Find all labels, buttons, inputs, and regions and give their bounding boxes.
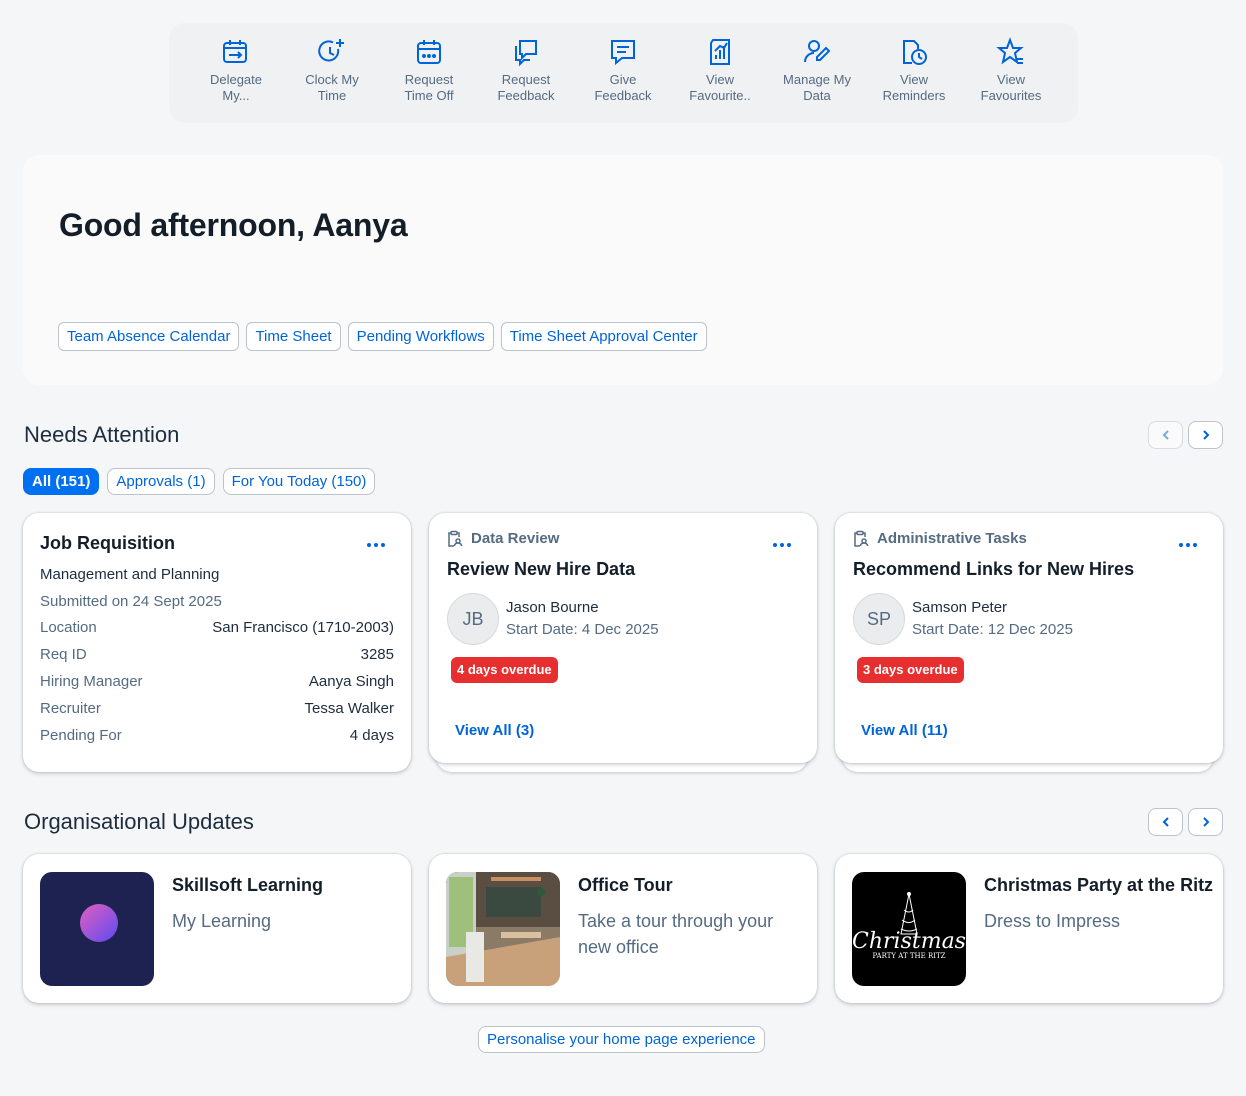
update-card-skillsoft[interactable]: Skillsoft Learning My Learning bbox=[23, 854, 411, 1003]
detail-row: Req ID 3285 bbox=[40, 646, 394, 663]
quick-action-label: Give Feedback bbox=[594, 72, 652, 103]
link-pending-workflows[interactable]: Pending Workflows bbox=[347, 322, 494, 351]
calendar-request-icon bbox=[417, 40, 441, 64]
needs-attention-nav bbox=[1148, 421, 1223, 449]
quick-action-view-favourite-reports[interactable]: View Favourite.. bbox=[675, 37, 765, 104]
office-photo bbox=[446, 872, 560, 986]
person-name: Jason Bourne bbox=[506, 599, 599, 616]
task-card-data-review[interactable]: Data Review Review New Hire Data JB Jaso… bbox=[429, 513, 817, 763]
update-description: My Learning bbox=[172, 911, 272, 931]
quick-action-request-time-off[interactable]: Request Time Off bbox=[384, 37, 474, 104]
person-name: Samson Peter bbox=[912, 599, 1008, 616]
chevron-left-icon bbox=[1162, 817, 1169, 827]
next-button[interactable] bbox=[1188, 421, 1223, 449]
quick-action-clock-time[interactable]: Clock My Time bbox=[287, 37, 377, 104]
quick-action-view-favourites[interactable]: View Favourites bbox=[966, 37, 1056, 104]
quick-action-view-reminders[interactable]: View Reminders bbox=[869, 37, 959, 104]
filter-approvals[interactable]: Approvals (1) bbox=[107, 468, 215, 495]
previous-button[interactable] bbox=[1148, 808, 1183, 836]
chevron-right-icon bbox=[1202, 817, 1209, 827]
quick-action-label: View Favourite.. bbox=[689, 72, 751, 103]
detail-row: Pending For 4 days bbox=[40, 727, 394, 744]
overdue-badge: 4 days overdue bbox=[451, 657, 558, 683]
calendar-delegate-icon bbox=[223, 40, 247, 63]
greeting-card: Good afternoon, Aanya Team Absence Calen… bbox=[23, 155, 1223, 385]
overdue-badge: 3 days overdue bbox=[857, 657, 964, 683]
quick-actions-bar: Delegate My... Clock My Time Request Tim… bbox=[169, 23, 1078, 123]
detail-row: Recruiter Tessa Walker bbox=[40, 700, 394, 717]
quick-action-label: Delegate My... bbox=[209, 72, 263, 103]
detail-row: Location San Francisco (1710-2003) bbox=[40, 619, 394, 636]
svg-text:Christmas: Christmas bbox=[852, 929, 966, 954]
attention-filters: All (151) Approvals (1) For You Today (1… bbox=[23, 468, 376, 495]
quick-action-label: View Reminders bbox=[882, 72, 946, 103]
quick-action-manage-my-data[interactable]: Manage My Data bbox=[772, 37, 862, 104]
filter-for-you-today[interactable]: For You Today (150) bbox=[222, 468, 376, 495]
needs-attention-title: Needs Attention bbox=[24, 422, 180, 447]
clock-add-icon bbox=[318, 39, 344, 62]
task-category-label: Administrative Tasks bbox=[877, 530, 1027, 547]
personalise-button[interactable]: Personalise your home page experience bbox=[478, 1026, 765, 1053]
quick-action-give-feedback[interactable]: Give Feedback bbox=[578, 37, 668, 104]
card-title: Job Requisition bbox=[40, 533, 175, 553]
christmas-party-image: Christmas PARTY AT THE RITZ bbox=[852, 872, 966, 986]
detail-row: Hiring Manager Aanya Singh bbox=[40, 673, 394, 690]
start-date: Start Date: 12 Dec 2025 bbox=[912, 621, 1073, 638]
start-date: Start Date: 4 Dec 2025 bbox=[506, 621, 659, 638]
quick-action-label: Request Time Off bbox=[404, 72, 454, 103]
quick-action-delegate[interactable]: Delegate My... bbox=[191, 37, 281, 104]
more-options-button[interactable] bbox=[364, 535, 388, 555]
star-list-icon bbox=[996, 37, 1024, 65]
update-card-office-tour[interactable]: Office Tour Take a tour through your new… bbox=[429, 854, 817, 1003]
update-title: Skillsoft Learning bbox=[172, 875, 324, 895]
task-category: Administrative Tasks bbox=[852, 530, 1027, 547]
svg-text:PARTY AT THE RITZ: PARTY AT THE RITZ bbox=[872, 952, 945, 960]
update-card-christmas[interactable]: Christmas PARTY AT THE RITZ Christmas Pa… bbox=[835, 854, 1223, 1003]
quick-action-label: Request Feedback bbox=[497, 72, 555, 103]
more-options-button[interactable] bbox=[770, 535, 794, 555]
quick-action-request-feedback[interactable]: Request Feedback bbox=[481, 37, 571, 104]
update-description: Dress to Impress bbox=[984, 911, 1121, 931]
submitted-date: Submitted on 24 Sept 2025 bbox=[40, 593, 222, 610]
next-button[interactable] bbox=[1188, 808, 1223, 836]
task-title: Recommend Links for New Hires bbox=[853, 559, 1135, 579]
avatar: JB bbox=[447, 593, 499, 645]
feedback-give-icon bbox=[611, 40, 635, 66]
previous-button[interactable] bbox=[1148, 421, 1183, 449]
task-title: Review New Hire Data bbox=[447, 559, 636, 579]
task-card-administrative[interactable]: Administrative Tasks Recommend Links for… bbox=[835, 513, 1223, 763]
org-updates-title: Organisational Updates bbox=[24, 809, 254, 834]
greeting-title: Good afternoon, Aanya bbox=[59, 207, 408, 243]
link-time-sheet-approval-center[interactable]: Time Sheet Approval Center bbox=[500, 322, 707, 351]
clipboard-user-icon bbox=[448, 530, 463, 547]
shortcut-links: Team Absence Calendar Time Sheet Pending… bbox=[58, 322, 707, 351]
quick-action-label: View Favourites bbox=[980, 72, 1042, 103]
quick-action-label: Manage My Data bbox=[783, 72, 851, 103]
avatar: SP bbox=[853, 593, 905, 645]
skillsoft-logo bbox=[40, 872, 154, 986]
feedback-request-icon bbox=[515, 40, 537, 67]
update-title: Christmas Party at the Ritz bbox=[984, 875, 1214, 895]
job-requisition-card[interactable]: Job Requisition Management and Planning … bbox=[23, 513, 411, 772]
chevron-left-icon bbox=[1162, 430, 1169, 440]
view-all-link[interactable]: View All (11) bbox=[861, 722, 948, 739]
task-category: Data Review bbox=[446, 530, 559, 547]
update-title: Office Tour bbox=[578, 875, 673, 895]
card-subtitle: Management and Planning bbox=[40, 566, 220, 583]
link-time-sheet[interactable]: Time Sheet bbox=[246, 322, 341, 351]
update-description: Take a tour through your new office bbox=[578, 911, 774, 957]
clipboard-user-icon bbox=[854, 530, 869, 547]
chevron-right-icon bbox=[1202, 430, 1209, 440]
user-edit-icon bbox=[804, 40, 831, 63]
reminder-icon bbox=[903, 40, 927, 65]
org-updates-nav bbox=[1148, 808, 1223, 836]
filter-all[interactable]: All (151) bbox=[23, 468, 100, 495]
quick-action-label: Clock My Time bbox=[305, 72, 359, 103]
link-team-absence-calendar[interactable]: Team Absence Calendar bbox=[58, 322, 240, 351]
task-category-label: Data Review bbox=[471, 530, 560, 547]
view-all-link[interactable]: View All (3) bbox=[455, 722, 534, 739]
more-options-button[interactable] bbox=[1176, 535, 1200, 555]
report-icon bbox=[710, 39, 730, 65]
